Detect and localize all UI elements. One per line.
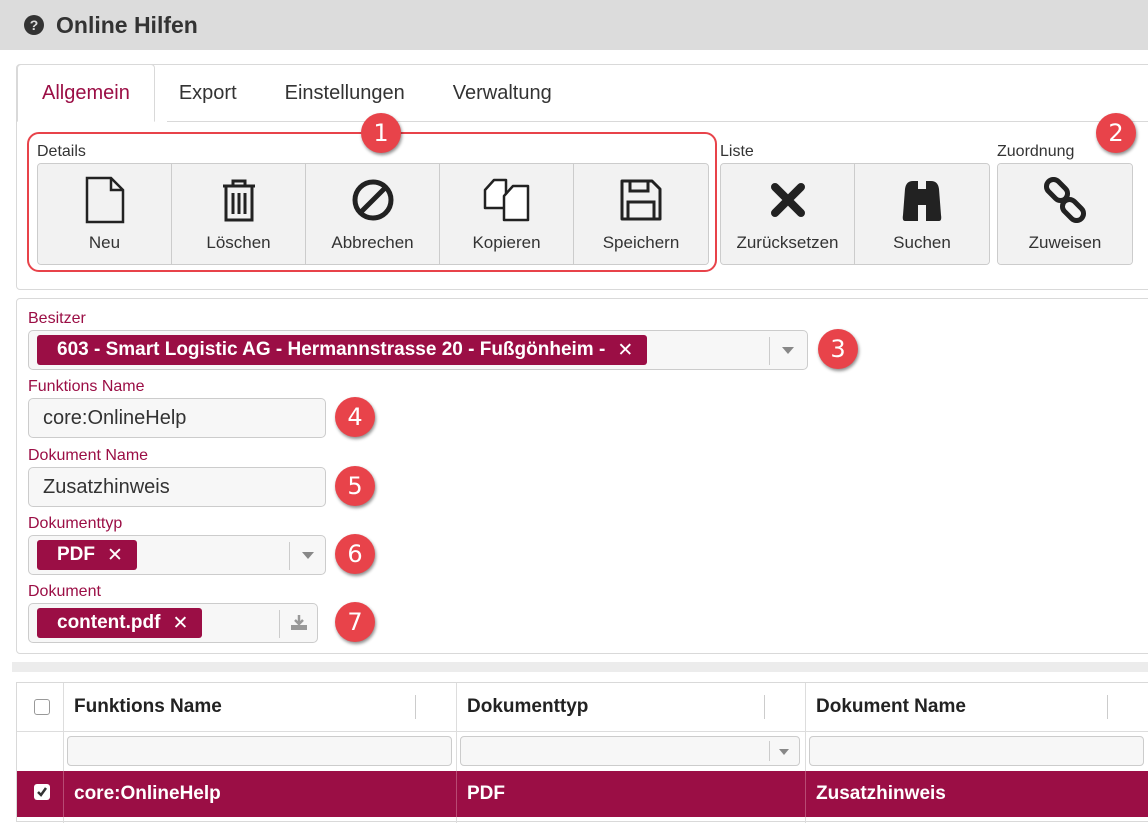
dokumentname-input[interactable]: Zusatzhinweis xyxy=(28,467,326,507)
tab-export[interactable]: Export xyxy=(155,65,261,121)
funktionsname-input[interactable]: core:OnlineHelp xyxy=(28,398,326,438)
link-icon xyxy=(1042,175,1088,225)
dokumenttyp-chip: PDF ✕ xyxy=(37,540,137,570)
callout-badge-5: 5 xyxy=(335,466,375,506)
filter-dokumentname-input[interactable] xyxy=(809,736,1144,766)
dropdown-separator xyxy=(289,542,290,570)
filter-dokumenttyp-select[interactable] xyxy=(460,736,800,766)
column-header-funktionsname[interactable]: Funktions Name xyxy=(74,683,222,731)
results-grid: Funktions Name Dokumenttyp Dokument Name… xyxy=(16,682,1148,823)
dokument-chip: content.pdf ✕ xyxy=(37,608,203,638)
cell-dokumenttyp: PDF xyxy=(467,783,505,804)
dokumenttyp-chip-label: PDF xyxy=(57,544,95,565)
binoculars-icon xyxy=(897,175,947,225)
suchen-button[interactable]: Suchen xyxy=(855,164,989,264)
page-title: Online Hilfen xyxy=(56,11,198,38)
chevron-down-icon[interactable] xyxy=(302,552,314,559)
besitzer-label: Besitzer xyxy=(28,310,86,327)
column-resize-handle[interactable] xyxy=(415,695,416,719)
dokument-chip-label: content.pdf xyxy=(57,612,161,633)
chevron-down-icon[interactable] xyxy=(779,749,789,755)
callout-badge-6: 6 xyxy=(335,534,375,574)
cell-funktionsname: core:OnlineHelp xyxy=(74,783,221,804)
tab-bar: Allgemein Export Einstellungen Verwaltun… xyxy=(17,64,576,122)
download-icon[interactable] xyxy=(289,613,309,638)
zuweisen-button[interactable]: Zuweisen xyxy=(998,164,1132,264)
dokument-field[interactable]: content.pdf ✕ xyxy=(28,603,318,643)
dokumenttyp-select[interactable]: PDF ✕ xyxy=(28,535,326,575)
callout-highlight-box xyxy=(27,132,717,272)
chevron-down-icon[interactable] xyxy=(782,347,794,354)
callout-badge-4: 4 xyxy=(335,397,375,437)
zuruecksetzen-label: Zurücksetzen xyxy=(736,233,839,252)
filter-funktionsname-input[interactable] xyxy=(67,736,452,766)
header-divider xyxy=(17,731,1148,732)
dropdown-separator xyxy=(769,741,770,761)
funktionsname-label: Funktions Name xyxy=(28,378,145,395)
help-circle-icon: ? xyxy=(24,15,44,35)
dokument-label: Dokument xyxy=(28,583,101,600)
besitzer-select[interactable]: 603 - Smart Logistic AG - Hermannstrasse… xyxy=(28,330,808,370)
zuruecksetzen-button[interactable]: Zurücksetzen xyxy=(721,164,855,264)
tab-einstellungen[interactable]: Einstellungen xyxy=(261,65,429,121)
tab-allgemein[interactable]: Allgemein xyxy=(17,64,155,122)
check-icon xyxy=(37,787,48,797)
besitzer-chip-label: 603 - Smart Logistic AG - Hermannstrasse… xyxy=(57,339,606,360)
grid-separator xyxy=(12,662,1148,672)
select-all-checkbox[interactable] xyxy=(34,699,50,715)
row-checkbox[interactable] xyxy=(34,784,50,800)
zuordnung-button-group: Zuweisen xyxy=(997,163,1133,265)
liste-group-label: Liste xyxy=(720,143,754,160)
chip-remove-icon[interactable]: ✕ xyxy=(172,612,188,635)
callout-badge-7: 7 xyxy=(335,602,375,642)
liste-button-group: Zurücksetzen Suchen xyxy=(720,163,990,265)
callout-badge-2: 2 xyxy=(1096,113,1136,153)
zuweisen-label: Zuweisen xyxy=(1028,233,1102,252)
column-resize-handle[interactable] xyxy=(764,695,765,719)
besitzer-chip: 603 - Smart Logistic AG - Hermannstrasse… xyxy=(37,335,648,365)
dropdown-separator xyxy=(769,337,770,365)
tab-divider xyxy=(167,121,1148,122)
table-row[interactable]: core:OnlineHelp PDF Zusatzhinweis xyxy=(17,771,1148,817)
dokumentname-label: Dokument Name xyxy=(28,447,149,464)
cell-dokumentname: Zusatzhinweis xyxy=(816,783,946,804)
callout-badge-3: 3 xyxy=(818,329,858,369)
zuordnung-group-label: Zuordnung xyxy=(997,143,1075,160)
dokumenttyp-label: Dokumenttyp xyxy=(28,515,123,532)
column-header-dokumentname[interactable]: Dokument Name xyxy=(816,683,966,731)
title-bar: ? Online Hilfen xyxy=(0,0,1148,50)
column-header-dokumenttyp[interactable]: Dokumenttyp xyxy=(467,683,588,731)
chip-remove-icon[interactable]: ✕ xyxy=(617,339,633,362)
times-icon xyxy=(770,175,806,225)
column-resize-handle[interactable] xyxy=(1107,695,1108,719)
tab-verwaltung[interactable]: Verwaltung xyxy=(429,65,576,121)
chip-remove-icon[interactable]: ✕ xyxy=(107,544,123,567)
callout-badge-1: 1 xyxy=(361,113,401,153)
suchen-label: Suchen xyxy=(893,233,951,252)
cell-separator xyxy=(805,771,806,817)
cell-separator xyxy=(456,771,457,817)
download-separator xyxy=(279,610,280,638)
cell-separator xyxy=(63,771,64,817)
